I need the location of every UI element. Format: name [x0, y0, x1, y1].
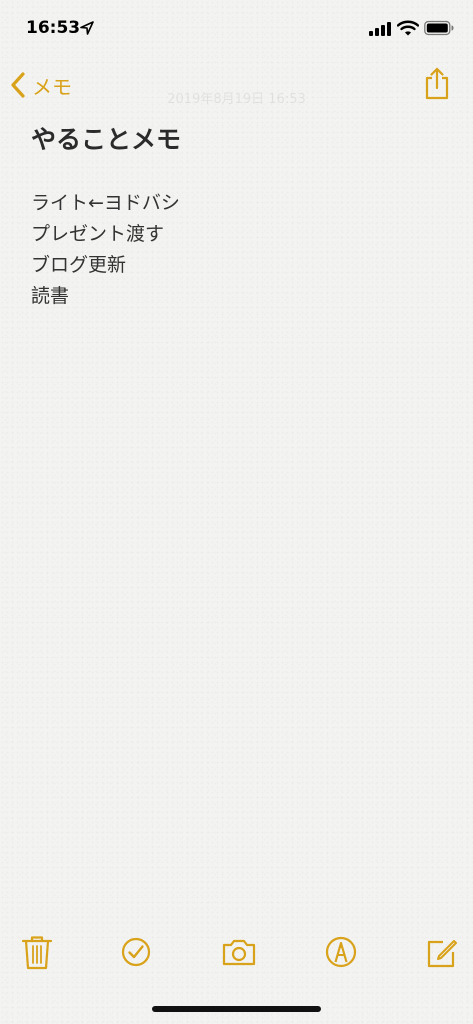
camera-button[interactable]: [222, 934, 256, 970]
note-body[interactable]: ライト←ヨドバシ プレゼント渡す ブログ更新 読書: [31, 188, 180, 312]
note-title[interactable]: やることメモ: [31, 120, 181, 156]
markup-icon: [325, 936, 357, 968]
note-line[interactable]: ブログ更新: [31, 250, 180, 281]
home-indicator[interactable]: [152, 1006, 321, 1012]
note-line[interactable]: プレゼント渡す: [31, 219, 180, 250]
bottom-toolbar: [0, 930, 473, 976]
compose-button[interactable]: [425, 934, 459, 970]
delete-button[interactable]: [20, 934, 54, 970]
markup-button[interactable]: [324, 934, 358, 970]
location-arrow-icon: [80, 21, 94, 35]
note-date: 2019年8月19日 16:53: [167, 92, 306, 107]
note-line[interactable]: 読書: [31, 281, 180, 312]
trash-icon: [21, 936, 53, 970]
status-time: 16:53: [26, 18, 81, 38]
camera-icon: [222, 939, 256, 966]
note-line[interactable]: ライト←ヨドバシ: [31, 188, 180, 219]
compose-icon: [427, 940, 457, 968]
status-bar: 16:53: [0, 0, 473, 58]
checklist-icon: [121, 937, 151, 967]
wifi-icon: [397, 20, 419, 36]
cellular-signal-icon: [369, 22, 391, 36]
checklist-button[interactable]: [119, 934, 153, 970]
battery-icon: [424, 20, 454, 36]
